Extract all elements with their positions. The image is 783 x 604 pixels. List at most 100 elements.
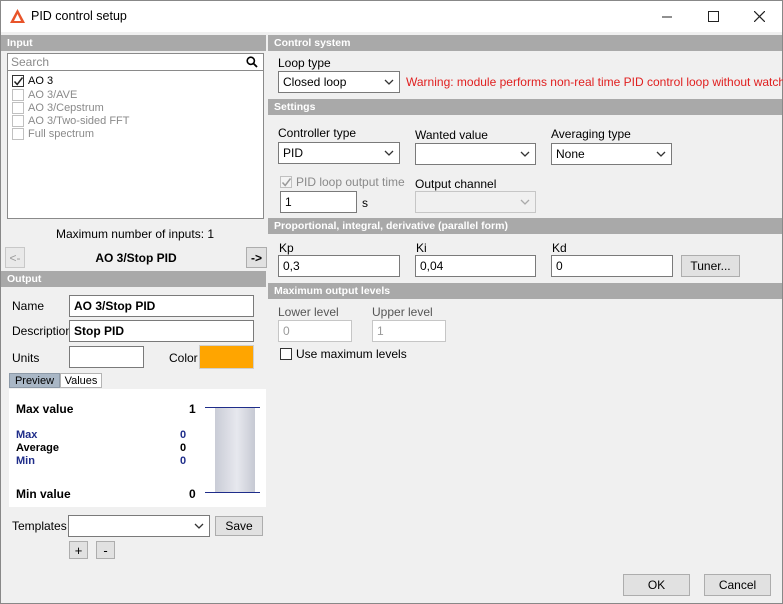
save-template-button[interactable]: Save: [215, 516, 263, 536]
maximize-icon: [707, 11, 719, 22]
input-item-label: AO 3/Two-sided FFT: [28, 114, 130, 127]
checkbox-check-icon: [281, 178, 292, 187]
tuner-button[interactable]: Tuner...: [681, 255, 740, 277]
description-label: Description: [12, 324, 73, 338]
use-max-levels-checkbox[interactable]: [280, 348, 292, 360]
pid-loop-output-time-field[interactable]: 1: [280, 191, 357, 213]
current-input-name: AO 3/Stop PID: [95, 251, 177, 265]
preview-panel: Max value 1 Max 0 Average 0 Min 0 Min va…: [9, 389, 266, 507]
input-item-label: AO 3: [28, 74, 54, 87]
loop-type-select[interactable]: Closed loop: [278, 71, 400, 93]
controller-type-select[interactable]: PID: [278, 142, 400, 164]
name-label: Name: [12, 299, 45, 313]
ok-button[interactable]: OK: [623, 574, 690, 596]
control-system-header: Control system: [268, 35, 782, 51]
pid-loop-output-time-toggle: PID loop output time: [280, 175, 405, 189]
tab-preview[interactable]: Preview: [9, 373, 60, 388]
pid-loop-output-time-checkbox: [280, 176, 292, 188]
chevron-down-icon: [656, 151, 666, 157]
ki-label: Ki: [416, 241, 427, 255]
pid-control-setup-window: PID control setup Input Search AO 3 AO 3…: [0, 0, 783, 604]
remove-template-button[interactable]: -: [96, 541, 115, 559]
use-max-levels-toggle[interactable]: Use maximum levels: [280, 347, 407, 361]
add-template-button[interactable]: +: [69, 541, 88, 559]
minimize-button[interactable]: [644, 1, 690, 32]
controller-type-value: PID: [283, 146, 304, 160]
templates-label: Templates: [12, 519, 67, 533]
search-icon: [246, 56, 258, 68]
output-section-header: Output: [1, 271, 266, 287]
kd-field[interactable]: 0: [551, 255, 673, 277]
level-bar: [215, 408, 255, 492]
pid-header: Proportional, integral, derivative (para…: [268, 218, 782, 234]
input-checkbox[interactable]: [12, 74, 24, 87]
lower-level-field: 0: [278, 320, 352, 342]
max-output-header: Maximum output levels: [268, 283, 782, 299]
kp-field[interactable]: 0,3: [278, 255, 400, 277]
min-level-line: [205, 492, 260, 493]
max-value-label: Max value: [16, 402, 74, 416]
input-checkbox: [12, 114, 24, 127]
ki-field[interactable]: 0,04: [415, 255, 536, 277]
upper-level-field: 1: [372, 320, 446, 342]
pid-loop-output-time-unit: s: [362, 196, 368, 210]
settings-header: Settings: [268, 99, 782, 115]
chevron-down-icon: [520, 199, 530, 205]
stat-max: 0: [180, 429, 187, 441]
close-button[interactable]: [736, 1, 782, 32]
input-checkbox: [12, 101, 24, 114]
output-channel-select: [415, 191, 536, 213]
controller-type-label: Controller type: [278, 126, 357, 140]
cancel-button[interactable]: Cancel: [704, 574, 771, 596]
max-value: 1: [189, 402, 196, 416]
next-input-button[interactable]: ->: [246, 247, 267, 268]
title-bar: PID control setup: [1, 1, 782, 32]
wanted-value-label: Wanted value: [415, 128, 488, 142]
color-label: Color: [169, 351, 198, 365]
input-checkbox: [12, 127, 24, 140]
list-item[interactable]: AO 3: [12, 74, 53, 87]
chevron-down-icon: [384, 79, 394, 85]
stat-min-label: Min: [16, 455, 35, 467]
kp-label: Kp: [279, 241, 294, 255]
averaging-type-value: None: [556, 147, 585, 161]
minimize-icon: [661, 16, 672, 18]
pid-loop-output-time-label: PID loop output time: [296, 175, 405, 189]
use-max-levels-label: Use maximum levels: [296, 347, 407, 361]
input-section-header: Input: [1, 35, 266, 51]
templates-select[interactable]: [68, 515, 210, 537]
stat-average: 0: [180, 442, 187, 454]
input-search-box[interactable]: Search: [7, 53, 264, 71]
kd-label: Kd: [552, 241, 567, 255]
list-item: AO 3/Cepstrum: [12, 101, 104, 114]
lower-level-label: Lower level: [278, 305, 339, 319]
search-placeholder: Search: [11, 55, 50, 69]
app-logo-icon: [10, 9, 25, 23]
wanted-value-select[interactable]: [415, 143, 536, 165]
min-value-label: Min value: [16, 487, 71, 501]
chevron-down-icon: [384, 150, 394, 156]
averaging-type-select[interactable]: None: [551, 143, 672, 165]
input-list: AO 3 AO 3/AVE AO 3/Cepstrum AO 3/Two-sid…: [7, 71, 264, 219]
chevron-down-icon: [194, 523, 204, 529]
loop-type-value: Closed loop: [283, 75, 347, 89]
close-icon: [753, 11, 765, 22]
stat-average-label: Average: [16, 442, 60, 454]
window-title: PID control setup: [31, 9, 127, 23]
input-item-label: AO 3/Cepstrum: [28, 101, 104, 114]
prev-input-button[interactable]: <-: [5, 247, 25, 268]
output-channel-label: Output channel: [415, 177, 497, 191]
list-item: Full spectrum: [12, 127, 94, 140]
maximize-button[interactable]: [690, 1, 736, 32]
stat-max-label: Max: [16, 429, 38, 441]
color-swatch[interactable]: [199, 345, 254, 369]
max-inputs-text: Maximum number of inputs: 1: [55, 227, 215, 241]
averaging-type-label: Averaging type: [551, 127, 631, 141]
units-field[interactable]: [69, 346, 144, 368]
chevron-down-icon: [520, 151, 530, 157]
description-field[interactable]: Stop PID: [69, 320, 254, 342]
input-item-label: Full spectrum: [28, 127, 95, 140]
tab-values[interactable]: Values: [60, 373, 102, 388]
name-field[interactable]: AO 3/Stop PID: [69, 295, 254, 317]
loop-type-label: Loop type: [278, 56, 331, 70]
